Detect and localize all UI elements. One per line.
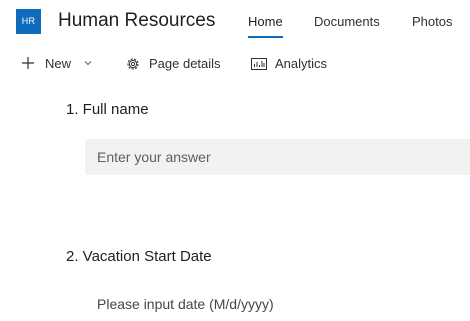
nav-item-documents[interactable]: Documents [314, 13, 380, 31]
analytics-icon [251, 58, 267, 70]
site-header: HR Human Resources Home Documents Photos [0, 0, 470, 44]
plus-icon [22, 57, 34, 69]
analytics-label: Analytics [275, 56, 328, 71]
chevron-down-icon [84, 61, 92, 66]
question-title-full-name: 1. Full name [66, 101, 149, 118]
vacation-start-date-input[interactable] [85, 290, 470, 318]
new-button-label: New [45, 56, 72, 71]
nav-item-home[interactable]: Home [248, 13, 283, 38]
page-details-label: Page details [149, 56, 221, 71]
site-logo[interactable]: HR [16, 9, 41, 34]
full-name-input[interactable] [85, 139, 470, 175]
nav-item-photos[interactable]: Photos [412, 13, 452, 31]
gear-icon [127, 58, 139, 70]
question-title-vacation-start-date: 2. Vacation Start Date [66, 248, 212, 265]
command-bar: New Page details Analytics [0, 48, 470, 80]
site-title[interactable]: Human Resources [58, 8, 215, 34]
